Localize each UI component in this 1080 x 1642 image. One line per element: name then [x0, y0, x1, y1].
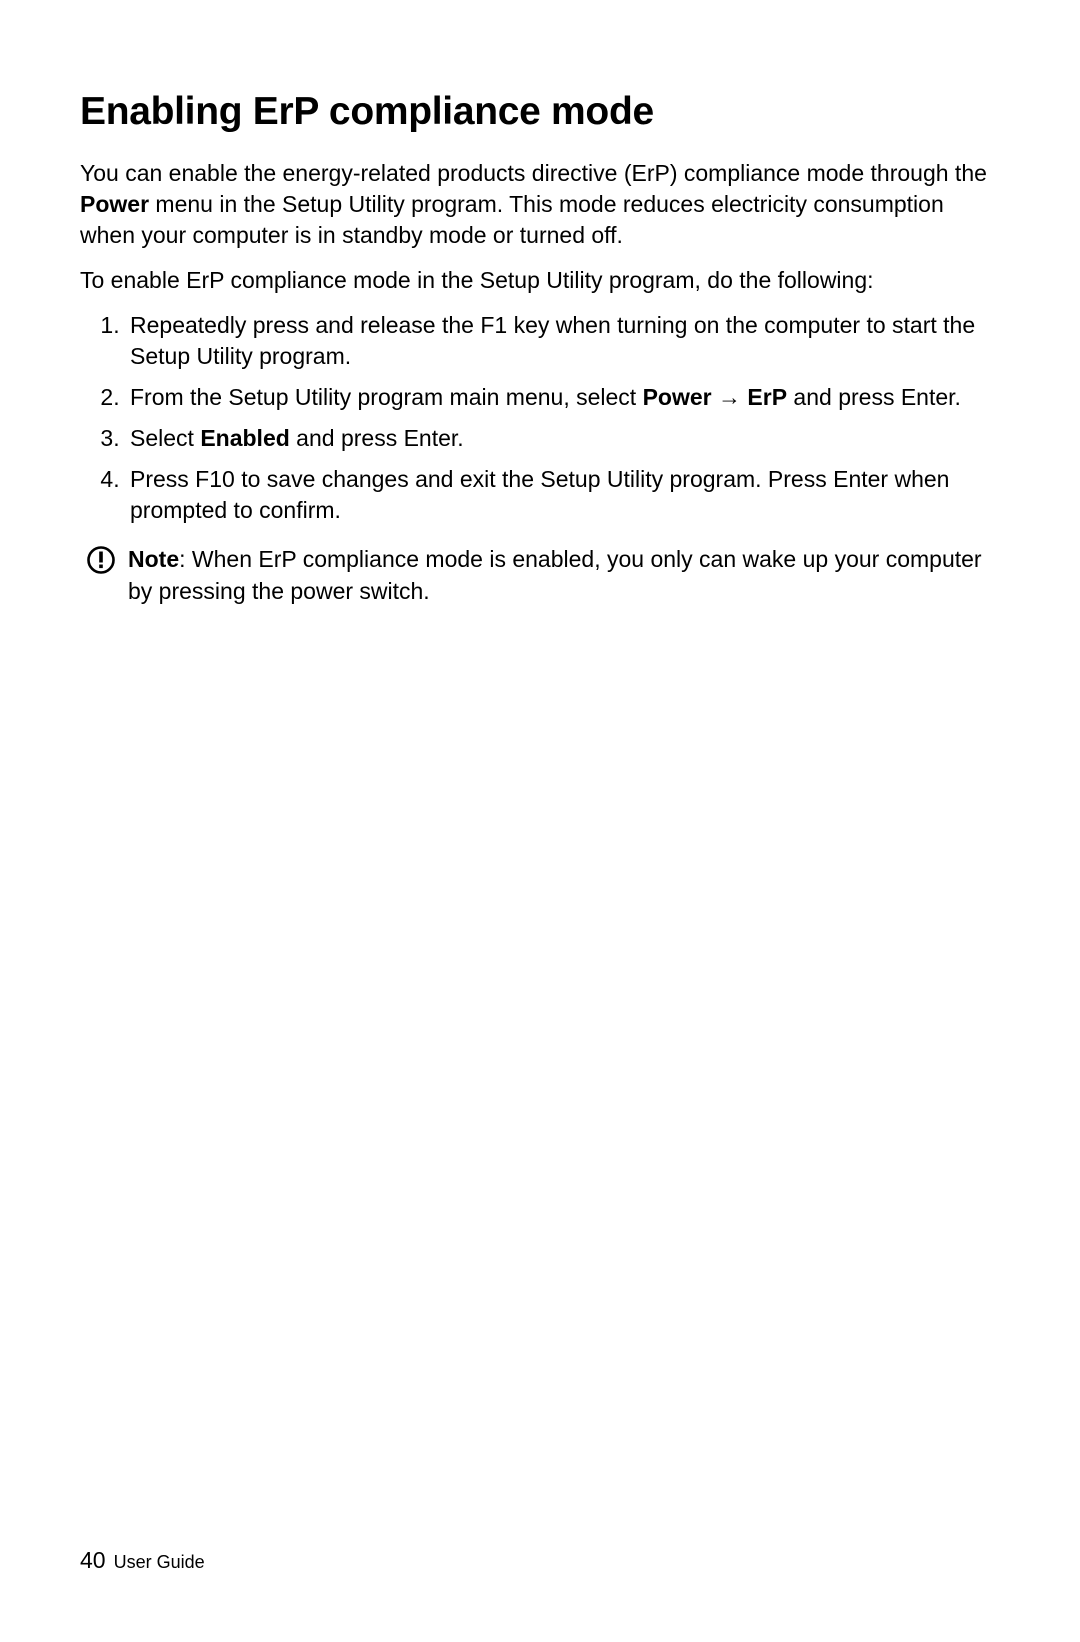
note-body: : When ErP compliance mode is enabled, y… — [128, 546, 982, 603]
intro-p1-bold: Power — [80, 191, 149, 217]
step-3: Select Enabled and press Enter. — [126, 423, 1000, 454]
step-1: Repeatedly press and release the F1 key … — [126, 310, 1000, 372]
step-3-a: Select — [130, 425, 200, 451]
step-4: Press F10 to save changes and exit the S… — [126, 464, 1000, 526]
step-2-arrow: → — [712, 384, 748, 410]
step-2-bold-power: Power — [643, 384, 712, 410]
page-title: Enabling ErP compliance mode — [80, 90, 1000, 134]
step-3-bold: Enabled — [200, 425, 289, 451]
intro-paragraph-1: You can enable the energy-related produc… — [80, 158, 1000, 251]
step-3-c: and press Enter. — [290, 425, 464, 451]
note-block: Note: When ErP compliance mode is enable… — [80, 544, 1000, 606]
step-4-text: Press F10 to save changes and exit the S… — [130, 466, 949, 523]
intro-paragraph-2: To enable ErP compliance mode in the Set… — [80, 265, 1000, 296]
note-text-container: Note: When ErP compliance mode is enable… — [128, 544, 1000, 606]
intro-p1-part-a: You can enable the energy-related produc… — [80, 160, 987, 186]
note-label: Note — [128, 546, 179, 572]
exclamation-circle-icon — [86, 545, 116, 575]
step-1-text: Repeatedly press and release the F1 key … — [130, 312, 975, 369]
page-number: 40 — [80, 1547, 106, 1573]
footer-doc-title: User Guide — [114, 1552, 205, 1572]
intro-p1-part-b: menu in the Setup Utility program. This … — [80, 191, 944, 248]
document-page: Enabling ErP compliance mode You can ena… — [0, 0, 1080, 1642]
step-2-c: and press Enter. — [787, 384, 961, 410]
step-2: From the Setup Utility program main menu… — [126, 382, 1000, 413]
page-footer: 40 User Guide — [80, 1547, 205, 1574]
step-2-bold-erp: ErP — [747, 384, 787, 410]
steps-list: Repeatedly press and release the F1 key … — [80, 310, 1000, 526]
step-2-a: From the Setup Utility program main menu… — [130, 384, 643, 410]
